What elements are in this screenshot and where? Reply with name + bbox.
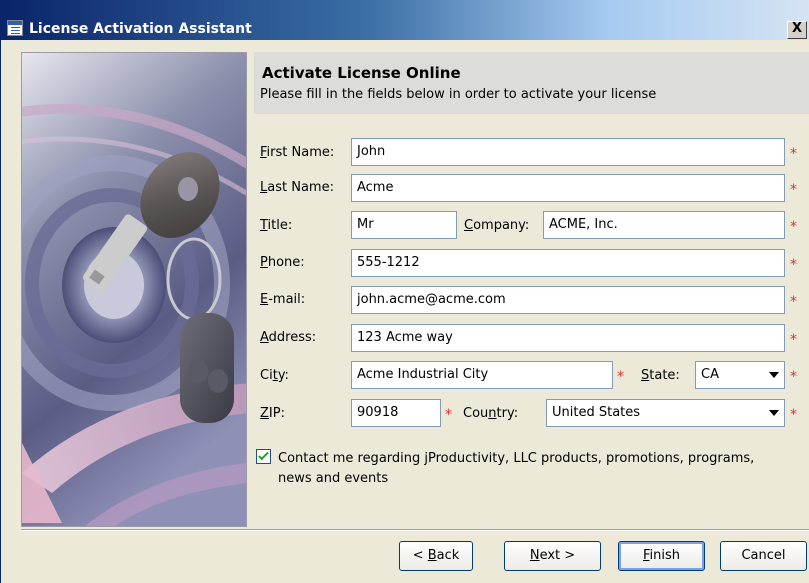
window-title: License Activation Assistant [29,21,252,37]
company-label: Company: [464,218,530,233]
zip-field[interactable]: 90918 [351,399,441,427]
page-subtitle: Please fill in the fields below in order… [260,87,657,102]
phone-field[interactable]: 555-1212 [351,249,785,277]
title-bar[interactable]: License Activation Assistant X [1,0,809,40]
email-field[interactable]: john.acme@acme.com [351,286,785,314]
key-illustration [22,53,246,526]
app-document-icon [7,20,23,36]
license-activation-window: License Activation Assistant X Activate … [0,0,809,583]
required-indicator: * [790,182,797,198]
zip-label: ZIP: [260,406,285,421]
address-field[interactable]: 123 Acme way [351,324,785,352]
email-label: E-mail: [260,292,306,307]
header-area: Activate License Online Please fill in t… [254,52,809,114]
required-indicator: * [790,407,797,423]
state-dropdown[interactable]: CA [695,361,785,389]
contact-checkbox-label[interactable]: Contact me regarding jProductivity, LLC … [278,449,788,489]
address-label: Address: [260,330,317,345]
title-label: Title: [260,218,293,233]
close-button[interactable]: X [787,21,807,39]
chevron-down-icon[interactable] [769,410,779,416]
title-field[interactable]: Mr [351,211,457,239]
last-name-label: Last Name: [260,180,334,195]
first-name-field[interactable]: John [351,138,785,166]
required-indicator: * [790,219,797,235]
cancel-button[interactable]: Cancel [720,541,807,571]
next-button[interactable]: Next > [504,541,601,571]
finish-button[interactable]: Finish [618,541,705,571]
required-indicator: * [790,369,797,385]
country-dropdown[interactable]: United States [546,399,785,427]
page-title: Activate License Online [262,64,461,82]
required-indicator: * [790,257,797,273]
contact-checkbox[interactable] [256,449,271,464]
phone-label: Phone: [260,255,305,270]
city-field[interactable]: Acme Industrial City [351,361,613,389]
key-illustration-panel [21,52,247,527]
divider [21,529,809,531]
back-button[interactable]: < Back [399,541,473,571]
required-indicator: * [790,146,797,162]
first-name-label: First Name: [260,145,335,160]
required-indicator: * [617,369,624,385]
checkmark-icon [258,449,269,461]
chevron-down-icon[interactable] [769,372,779,378]
country-label: Country: [463,406,519,421]
required-indicator: * [790,332,797,348]
company-field[interactable]: ACME, Inc. [543,211,785,239]
state-value: CA [701,367,719,382]
required-indicator: * [790,294,797,310]
required-indicator: * [445,407,452,423]
last-name-field[interactable]: Acme [351,174,785,202]
state-label: State: [641,368,680,383]
city-label: City: [260,368,289,383]
country-value: United States [552,405,641,420]
